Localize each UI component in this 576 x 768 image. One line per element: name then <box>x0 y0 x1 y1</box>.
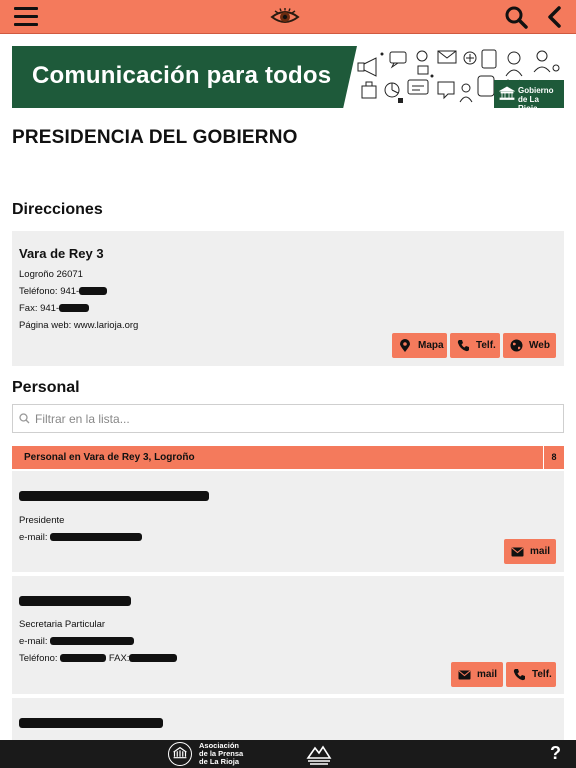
press-association-emblem-icon <box>168 742 192 766</box>
filter-input[interactable] <box>35 407 555 431</box>
eye-icon <box>270 8 300 23</box>
address-fax: Fax: 941- <box>19 303 557 314</box>
redacted-value <box>79 287 108 296</box>
phone-button-label: Telf. <box>476 340 496 351</box>
phone-button-label: Telf. <box>532 669 552 680</box>
address-name: Vara de Rey 3 <box>19 246 104 261</box>
gobierno-building-icon <box>499 86 515 100</box>
mail-icon <box>457 668 471 682</box>
filter-box <box>12 404 564 433</box>
search-icon[interactable] <box>504 5 528 29</box>
mail-button-label: mail <box>477 669 498 680</box>
map-pin-icon <box>398 338 412 353</box>
redacted-value <box>50 533 143 542</box>
redacted-value <box>50 637 135 646</box>
map-button[interactable]: Mapa <box>392 333 447 358</box>
section-heading-personal: Personal <box>12 379 80 396</box>
address-phone: Teléfono: 941- <box>19 286 557 297</box>
redacted-value <box>19 595 131 606</box>
address-web: Página web: www.larioja.org <box>19 320 139 331</box>
redacted-value <box>19 717 163 728</box>
web-button[interactable]: Web <box>503 333 556 358</box>
mail-button[interactable]: mail <box>451 662 503 687</box>
redacted-value <box>19 490 209 501</box>
mail-button[interactable]: mail <box>504 539 556 564</box>
address-card: Vara de Rey 3 Logroño 26071 Teléfono: 94… <box>12 231 564 366</box>
person-card: Presidente e-mail: mail <box>12 471 564 572</box>
person-role: Presidente <box>19 515 65 526</box>
redacted-value <box>59 304 90 313</box>
person-card: Secretaria Particular e-mail: Teléfono: … <box>12 576 564 694</box>
phone-label: Teléfono: <box>19 653 58 664</box>
person-card: Jefe de Gabinete <box>12 698 564 740</box>
person-email: e-mail: <box>19 532 557 543</box>
chevron-left-icon[interactable] <box>544 5 564 29</box>
asociacion-prensa-logo[interactable]: Asociación de la Prensa de La Rioja <box>168 741 288 767</box>
email-label: e-mail: <box>19 636 48 647</box>
hamburger-menu-icon[interactable] <box>14 7 38 27</box>
gov-line-1: Gobierno <box>518 86 554 95</box>
banner-title: Comunicación para todos <box>32 62 332 89</box>
group-title: Personal en Vara de Rey 3, Logroño <box>24 452 195 463</box>
address-city: Logroño 26071 <box>19 269 83 280</box>
top-bar <box>0 0 576 34</box>
phone-button[interactable]: Telf. <box>506 662 556 687</box>
bottom-bar: Asociación de la Prensa de La Rioja ? <box>0 740 576 768</box>
help-icon[interactable]: ? <box>550 743 561 764</box>
mail-icon <box>510 545 524 559</box>
person-name-redacted <box>19 487 557 505</box>
mail-button-label: mail <box>530 546 551 557</box>
phone-icon <box>512 668 526 682</box>
gobierno-la-rioja-logo: Gobierno de La Rioja <box>494 80 564 108</box>
personal-group-header[interactable]: Personal en Vara de Rey 3, Logroño 8 <box>12 446 564 469</box>
redacted-value <box>129 654 178 663</box>
phone-icon <box>456 339 470 353</box>
map-button-label: Mapa <box>418 340 444 351</box>
globe-icon <box>509 339 523 353</box>
phone-button[interactable]: Telf. <box>450 333 500 358</box>
fax-label: Fax: 941- <box>19 303 60 314</box>
group-count-badge: 8 <box>543 446 564 469</box>
redacted-value <box>60 654 107 663</box>
section-heading-direcciones: Direcciones <box>12 201 103 218</box>
apr-line-3: de La Rioja <box>199 757 240 766</box>
person-name-redacted <box>19 592 557 610</box>
person-email: e-mail: <box>19 636 557 647</box>
email-label: e-mail: <box>19 532 48 543</box>
banner: Comunicación para todos Gobierno de La R… <box>12 46 564 108</box>
person-role: Secretaria Particular <box>19 619 106 630</box>
gov-line-2: de La Rioja <box>518 95 539 108</box>
phone-label: Teléfono: 941- <box>19 286 80 297</box>
person-name-redacted <box>19 714 557 732</box>
fax-label: FAX: <box>108 653 130 664</box>
search-icon <box>19 413 30 424</box>
page-title: PRESIDENCIA DEL GOBIERNO <box>12 127 298 148</box>
web-button-label: Web <box>529 340 550 351</box>
mountain-logo-icon[interactable] <box>306 742 332 766</box>
